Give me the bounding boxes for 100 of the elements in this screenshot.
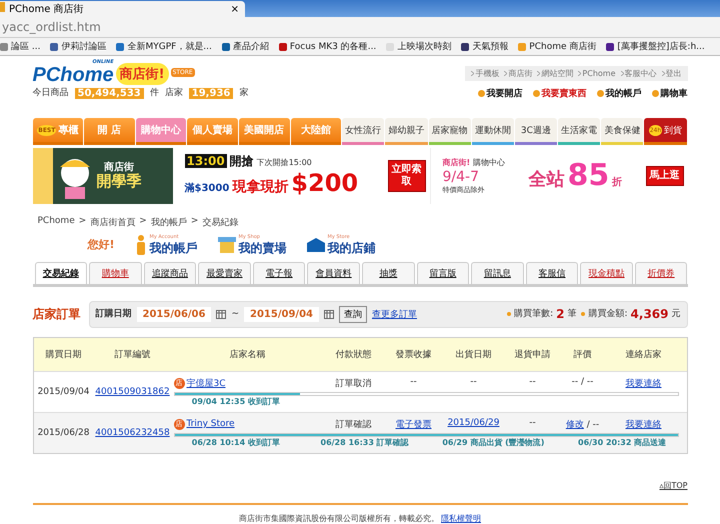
table-cell-text: 訂單取消: [334, 378, 372, 390]
bookmark[interactable]: 上映場次時刻: [386, 40, 452, 53]
calendar-icon[interactable]: [216, 310, 226, 319]
account-tab[interactable]: 折價券: [634, 262, 688, 284]
table-cell-text: --: [528, 418, 537, 430]
banner-title: 商店街: [104, 162, 134, 173]
summary-value: 2: [556, 307, 564, 322]
account-tab[interactable]: 追蹤商品: [144, 262, 196, 284]
chevron-icon: [471, 71, 474, 76]
promo-banner[interactable]: 13:00 開搶 下次開搶15:00 滿$3000 現拿現折$200 立即索取: [180, 148, 430, 204]
account-tab[interactable]: 電子報: [252, 262, 306, 284]
progress-step: 06/28 10:14 收到訂單: [172, 436, 300, 448]
table-cell-text: 2015/09/04: [36, 386, 90, 397]
copyright-text: 商店街市集國際資訊股份有限公司版權所有，轉載必究。: [239, 512, 439, 524]
account-tab[interactable]: 留訊息: [471, 262, 524, 284]
claim-button[interactable]: 立即索取: [388, 160, 426, 192]
banner-offer: 現拿現折: [232, 179, 288, 196]
breadcrumb-link[interactable]: 我的帳戶: [150, 216, 187, 229]
store-link[interactable]: Triny Store: [186, 419, 235, 430]
chevron-icon: [537, 71, 540, 76]
header-link[interactable]: 我要開店: [478, 87, 522, 100]
header-link[interactable]: 我要賣東西: [532, 87, 586, 100]
column-header: 退貨申請: [514, 348, 552, 361]
account-tab[interactable]: 客服信: [526, 262, 578, 284]
stat-label: 店家: [164, 88, 183, 99]
nav-tab[interactable]: 3C週邊: [514, 118, 558, 145]
bookmark[interactable]: 論區 ...: [0, 40, 40, 53]
breadcrumb-link[interactable]: 交易紀錄: [202, 216, 238, 229]
utility-link[interactable]: PChome: [582, 69, 616, 78]
progress-step: 06/28 16:33 訂單確認: [300, 436, 429, 448]
utility-link[interactable]: 登出: [666, 68, 682, 79]
column-header: 付款狀態: [334, 348, 372, 361]
order-number-link[interactable]: 4001506232458: [95, 428, 170, 438]
nav-tab[interactable]: 美食保健: [601, 118, 644, 145]
breadcrumb-link[interactable]: PChome: [38, 216, 75, 229]
nav-tab[interactable]: 居家寵物: [428, 118, 471, 145]
store-link[interactable]: 宇億屋3C: [186, 376, 226, 390]
account-tab[interactable]: 留言版: [416, 262, 470, 284]
account-tab[interactable]: 抽獎: [362, 262, 415, 284]
back-to-top-link[interactable]: ▵回TOP: [659, 480, 688, 491]
privacy-link[interactable]: 隱私權聲明: [441, 512, 481, 524]
banner-brand: 商店街!: [442, 158, 470, 168]
table-cell-text: 2015/06/28: [36, 428, 90, 438]
header-link[interactable]: 我的帳戶: [596, 87, 642, 100]
chevron-icon: [578, 71, 582, 76]
close-icon[interactable]: ×: [230, 4, 239, 14]
chevron-icon: [504, 71, 508, 76]
stat-unit: 家: [239, 88, 248, 99]
utility-link[interactable]: 客服中心: [624, 68, 656, 79]
contact-link[interactable]: 我要連絡: [626, 378, 662, 389]
promo-banner[interactable]: 商店街 開學季: [32, 148, 172, 204]
invoice-link[interactable]: 電子發票: [396, 420, 432, 430]
banner-unit: 折: [612, 176, 622, 188]
search-button[interactable]: 查詢: [338, 306, 367, 323]
rating-text: / --: [586, 420, 600, 430]
bookmark[interactable]: 全新MYGPF，就是...: [116, 40, 212, 53]
bookmark[interactable]: PChome 商店街: [518, 40, 596, 53]
ship-date-link[interactable]: 2015/06/29: [448, 418, 500, 428]
nav-tab[interactable]: 生活家電: [558, 118, 600, 145]
summary-unit: 元: [672, 308, 680, 320]
contact-link[interactable]: 我要連絡: [626, 420, 662, 430]
chevron-icon: [620, 71, 624, 76]
chevron-icon: [662, 71, 664, 76]
utility-link[interactable]: 手機板: [475, 68, 500, 79]
banner-condition: 滿$3000: [184, 183, 230, 195]
bookmark[interactable]: 伊莉討論區: [50, 40, 106, 53]
more-orders-link[interactable]: 查更多訂單: [372, 308, 417, 321]
banner-discount: 85: [567, 158, 610, 194]
bookmark[interactable]: Focus MK3 的各種...: [278, 40, 376, 53]
nav-tab[interactable]: 婦幼親子: [385, 118, 428, 145]
column-header: 連絡店家: [624, 348, 662, 361]
account-tab[interactable]: 購物車: [89, 262, 142, 284]
breadcrumb-separator: >: [78, 216, 86, 228]
breadcrumb-link[interactable]: 商店街首頁: [90, 216, 136, 229]
table-cell-text: 訂單確認: [334, 418, 372, 431]
edit-link[interactable]: 修改: [566, 420, 584, 430]
bookmark[interactable]: 產品介紹: [222, 40, 269, 53]
account-tab[interactable]: 現金積點: [580, 262, 633, 284]
calendar-icon[interactable]: [324, 310, 334, 319]
utility-link[interactable]: 商店街: [508, 68, 532, 79]
browser-tab[interactable]: PChome 商店街 ×: [0, 1, 245, 17]
favicon-icon: [0, 2, 5, 12]
bookmark[interactable]: 天氣預報: [461, 40, 508, 53]
column-header: 出貨日期: [454, 348, 492, 361]
stat-value: 19,936: [188, 88, 234, 99]
account-tab[interactable]: 會員資料: [307, 262, 360, 284]
bookmark[interactable]: [萬事攫盤控]店長:h...: [606, 40, 705, 53]
date-field[interactable]: 2015/09/04: [244, 306, 319, 322]
address-bar[interactable]: yacc_ordlist.htm: [0, 17, 720, 38]
date-field[interactable]: 2015/06/06: [136, 306, 212, 322]
header-link[interactable]: 購物車: [652, 87, 688, 100]
table-cell: --: [470, 376, 477, 387]
account-tab[interactable]: 最愛賣家: [198, 262, 251, 284]
account-tab[interactable]: 交易紀錄: [34, 262, 88, 284]
shop-now-button[interactable]: 馬上逛: [646, 166, 684, 186]
stat-label: 今日商品: [32, 88, 68, 99]
nav-tab[interactable]: 女性流行: [342, 118, 384, 145]
order-number-link[interactable]: 4001509031862: [95, 386, 170, 397]
nav-tab[interactable]: 運動休閒: [472, 118, 514, 145]
utility-link[interactable]: 網站空間: [541, 68, 574, 79]
